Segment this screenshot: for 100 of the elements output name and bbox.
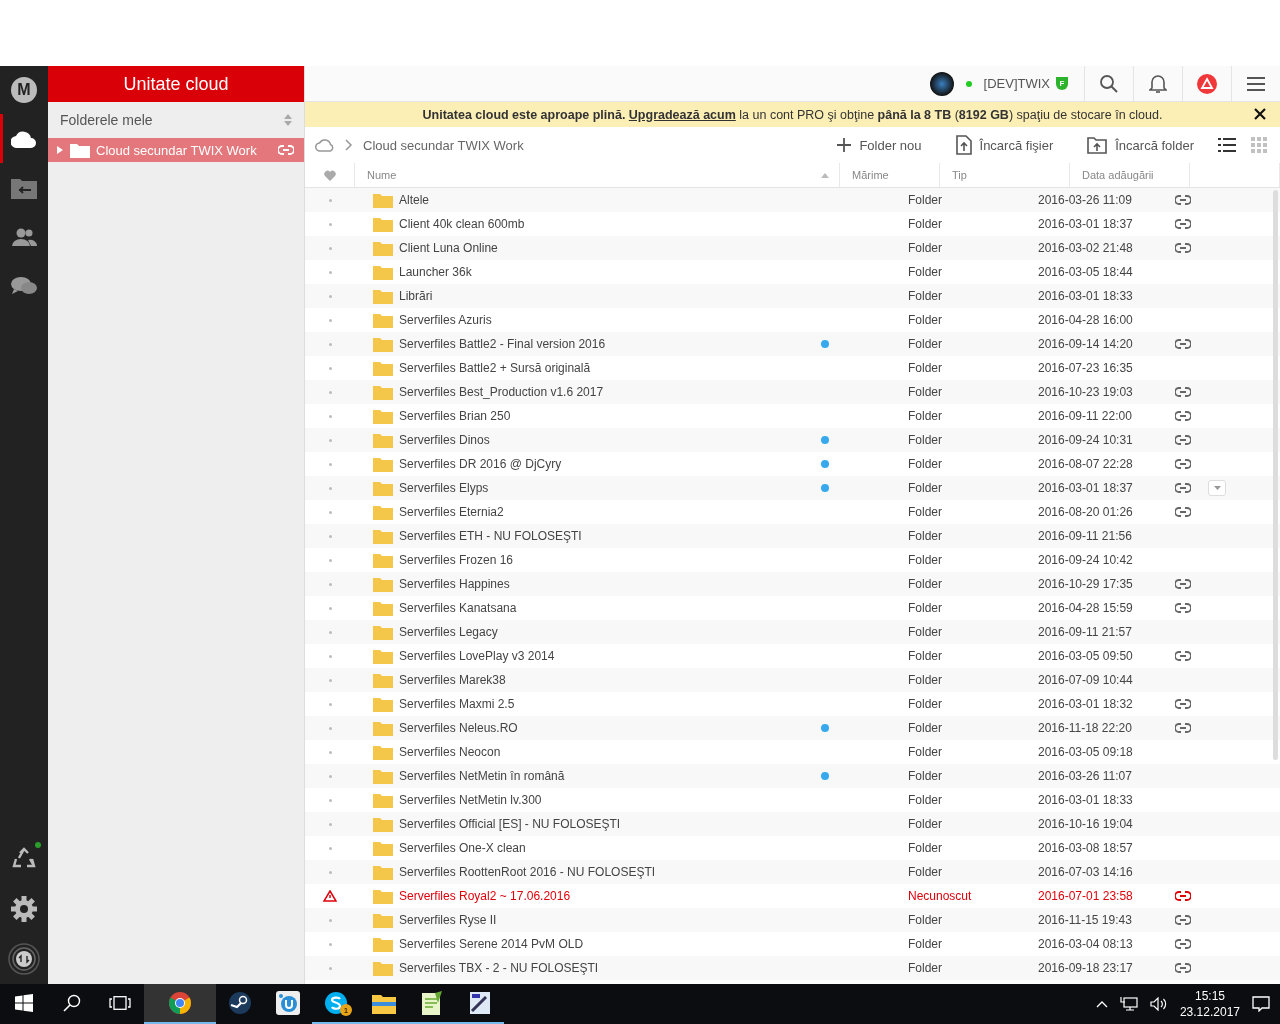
link-icon[interactable]	[1175, 243, 1191, 253]
file-name[interactable]: Serverfiles Legacy	[399, 625, 498, 639]
file-name[interactable]: Client 40k clean 600mb	[399, 217, 525, 231]
column-header[interactable]: Data adăugării	[1082, 169, 1154, 181]
link-icon[interactable]	[1175, 411, 1191, 421]
file-row[interactable]: Serverfiles Frozen 16 Folder 2016-09-24 10:42	[305, 548, 1280, 572]
file-row[interactable]: Serverfiles Dinos Folder 2016-09-24 10:31	[305, 428, 1280, 452]
file-row[interactable]: Altele Folder 2016-03-26 11:09	[305, 188, 1280, 212]
file-name[interactable]: Serverfiles Frozen 16	[399, 553, 514, 567]
file-row[interactable]: Client Luna Online Folder 2016-03-02 21:48	[305, 236, 1280, 260]
file-row[interactable]: Serverfiles NetMetin în română Folder 2016-03-26 11:07	[305, 764, 1280, 788]
taskbar-app[interactable]: 1	[312, 984, 360, 1024]
close-icon[interactable]	[1254, 108, 1266, 120]
column-header[interactable]: Mărime	[852, 169, 889, 181]
file-row[interactable]: Serverfiles TBX - 2 - NU FOLOSEŞTI Folder 2016-09-18 23:17	[305, 956, 1280, 980]
file-name[interactable]: Serverfiles RoottenRoot 2016 - NU FOLOSEŞTI	[399, 865, 656, 879]
link-icon[interactable]	[1175, 387, 1191, 397]
file-name[interactable]: Serverfiles Eternia2	[399, 505, 504, 519]
file-row[interactable]: Serverfiles One-X clean Folder 2016-03-08 18:57	[305, 836, 1280, 860]
file-row[interactable]: Serverfiles Battle2 + Sursă originală Folder 2016-07-23 16:35	[305, 356, 1280, 380]
file-row[interactable]: Librări Folder 2016-03-01 18:33	[305, 284, 1280, 308]
file-row[interactable]: Serverfiles LovePlay v3 2014 Folder 2016-03-05 09:50	[305, 644, 1280, 668]
user-name[interactable]: [DEV]TWIX	[983, 76, 1050, 91]
expand-icon[interactable]	[56, 146, 64, 154]
link-icon[interactable]	[1175, 579, 1191, 589]
logo[interactable]: M	[11, 77, 37, 103]
section-label[interactable]: Folderele mele	[60, 112, 153, 128]
file-name[interactable]: Serverfiles NetMetin lv.300	[399, 793, 542, 807]
toolbar-button[interactable]: Folder nou	[825, 137, 934, 153]
bell-icon[interactable]	[1149, 74, 1167, 93]
folder-arrow-icon[interactable]	[11, 176, 37, 199]
row-menu-button[interactable]	[1208, 480, 1226, 496]
clock-time[interactable]: 15:15	[1194, 988, 1225, 1004]
file-name[interactable]: Serverfiles Azuris	[399, 313, 492, 327]
file-name[interactable]: Serverfiles Maxmi 2.5	[399, 697, 515, 711]
toolbar-button[interactable]: Încarcă fişier	[943, 135, 1066, 155]
transfers-icon[interactable]	[8, 943, 40, 975]
link-icon[interactable]	[1175, 891, 1191, 901]
link-icon[interactable]	[1175, 459, 1191, 469]
taskbar-app[interactable]	[144, 984, 216, 1024]
task-view-icon[interactable]	[109, 996, 131, 1010]
link-icon[interactable]	[1175, 219, 1191, 229]
file-name[interactable]: Librări	[399, 289, 433, 303]
contacts-icon[interactable]	[11, 227, 37, 246]
toolbar-button[interactable]: Încarcă folder	[1075, 136, 1206, 154]
search-icon[interactable]	[1100, 74, 1118, 93]
breadcrumb[interactable]: Cloud secundar TWIX Work	[363, 137, 816, 153]
file-row[interactable]: Serverfiles Elyps Folder 2016-03-01 18:37	[305, 476, 1280, 500]
file-row[interactable]: Launcher 36k Folder 2016-03-05 18:44	[305, 260, 1280, 284]
file-name[interactable]: Serverfiles Battle2 + Sursă originală	[399, 361, 591, 375]
file-name[interactable]: Serverfiles Neleus.RO	[399, 721, 518, 735]
column-header[interactable]: Tip	[952, 169, 967, 181]
avatar[interactable]	[929, 71, 954, 96]
file-row[interactable]: Serverfiles DR 2016 @ DjCyry Folder 2016-08-07 22:28	[305, 452, 1280, 476]
file-name[interactable]: Serverfiles TBX - 2 - NU FOLOSEŞTI	[399, 961, 599, 975]
chat-icon[interactable]	[11, 275, 37, 296]
file-row[interactable]: Client 40k clean 600mb Folder 2016-03-01 18:37	[305, 212, 1280, 236]
file-name[interactable]: Serverfiles Best_Production v1.6 2017	[399, 385, 604, 399]
scrollbar[interactable]	[1273, 190, 1278, 760]
file-name[interactable]: Serverfiles Battle2 - Final version 2016	[399, 337, 606, 351]
file-name[interactable]: Serverfiles LovePlay v3 2014	[399, 649, 555, 663]
file-name[interactable]: Serverfiles NetMetin în română	[399, 769, 565, 783]
file-name[interactable]: Serverfiles ETH - NU FOLOSEŞTI	[399, 529, 582, 543]
link-icon[interactable]	[1175, 699, 1191, 709]
link-icon[interactable]	[1175, 723, 1191, 733]
search-icon[interactable]	[63, 994, 81, 1012]
file-name[interactable]: Serverfiles Ryse II	[399, 913, 497, 927]
file-name[interactable]: Serverfiles Dinos	[399, 433, 490, 447]
file-row[interactable]: Serverfiles Eternia2 Folder 2016-08-20 01:26	[305, 500, 1280, 524]
warning-icon[interactable]	[1197, 73, 1217, 94]
file-row[interactable]: Serverfiles Maxmi 2.5 Folder 2016-03-01 18:32	[305, 692, 1280, 716]
file-row[interactable]: Serverfiles Battle2 - Final version 2016 Folder 2016-09-14 14:20	[305, 332, 1280, 356]
file-name[interactable]: Serverfiles Kanatsana	[399, 601, 517, 615]
file-name[interactable]: Serverfiles Official [ES] - NU FOLOSEŞTI	[399, 817, 621, 831]
link-icon[interactable]	[1175, 195, 1191, 205]
file-name[interactable]: Serverfiles Brian 250	[399, 409, 511, 423]
windows-icon[interactable]	[15, 994, 33, 1012]
file-row[interactable]: Serverfiles ETH - NU FOLOSEŞTI Folder 2016-09-11 21:56	[305, 524, 1280, 548]
link-icon[interactable]	[1175, 483, 1191, 493]
cloud-icon[interactable]	[11, 129, 37, 148]
link-icon[interactable]	[1175, 339, 1191, 349]
file-name[interactable]: Serverfiles Happines	[399, 577, 510, 591]
file-name[interactable]: Serverfiles Elyps	[399, 481, 489, 495]
menu-icon[interactable]	[1247, 76, 1265, 91]
file-row[interactable]: Serverfiles Happines Folder 2016-10-29 17:35	[305, 572, 1280, 596]
notifications-icon[interactable]	[1252, 996, 1270, 1012]
file-row[interactable]: Serverfiles Neleus.RO Folder 2016-11-18 22:20	[305, 716, 1280, 740]
file-name[interactable]: Serverfiles Serene 2014 PvM OLD	[399, 937, 584, 951]
link-icon[interactable]	[1175, 939, 1191, 949]
link-icon[interactable]	[1175, 915, 1191, 925]
file-name[interactable]: Serverfiles One-X clean	[399, 841, 526, 855]
file-row[interactable]: Serverfiles Neocon Folder 2016-03-05 09:18	[305, 740, 1280, 764]
file-row[interactable]: Serverfiles NetMetin lv.300 Folder 2016-03-01 18:33	[305, 788, 1280, 812]
network-icon[interactable]	[1119, 997, 1138, 1011]
file-row[interactable]: Serverfiles Ryse II Folder 2016-11-15 19:43	[305, 908, 1280, 932]
file-row[interactable]: Serverfiles Azuris Folder 2016-04-28 16:00	[305, 308, 1280, 332]
column-header[interactable]: Nume	[367, 169, 397, 181]
file-name[interactable]: Launcher 36k	[399, 265, 472, 279]
upgrade-link[interactable]: Upgradează acum	[628, 107, 736, 122]
chevron-up-icon[interactable]	[1095, 1000, 1108, 1008]
